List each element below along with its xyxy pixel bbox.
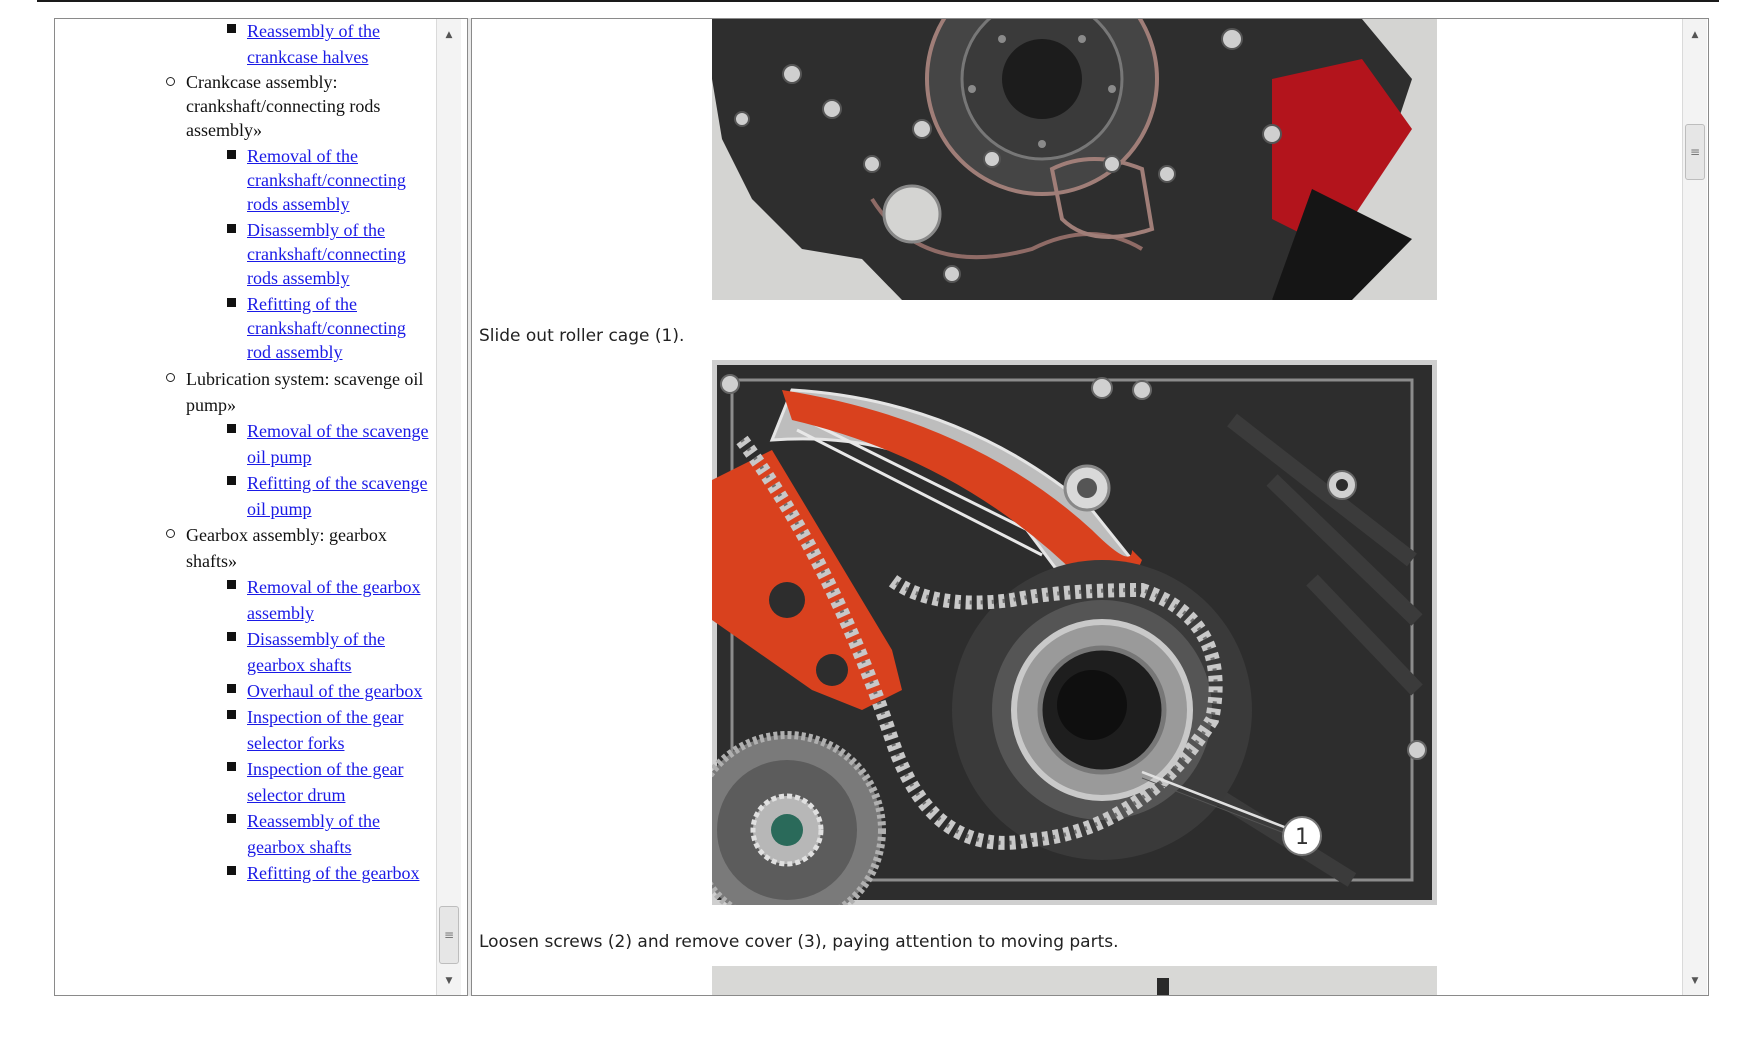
instruction-text-2: Loosen screws (2) and remove cover (3), … (479, 932, 1119, 952)
scroll-up-arrow-icon[interactable]: ▲ (437, 25, 461, 45)
toc-link[interactable]: Removal of the crankshaft/connecting rods … (247, 146, 406, 214)
toc-link-item[interactable]: Inspection of the gear selector drum (227, 756, 436, 808)
toc-scrollbar[interactable]: ▲ ≡ ▼ (436, 19, 461, 995)
toc-link[interactable]: Disassembly of the crankshaft/connecting r… (247, 220, 406, 288)
toc-link[interactable]: Reassembly of the crankcase halves (247, 21, 380, 67)
square-bullet-icon (227, 814, 236, 823)
scroll-down-arrow-icon[interactable]: ▼ (437, 971, 461, 991)
engine-photo-top (712, 19, 1437, 300)
square-bullet-icon (227, 684, 236, 693)
toc-heading-text: Gearbox assembly: gearbox shafts» (186, 525, 387, 571)
toc-link[interactable]: Refitting of the scavenge oil pump (247, 473, 427, 519)
toc-link-item[interactable]: Inspection of the gear selector forks (227, 704, 436, 756)
content-scroll-thumb[interactable]: ≡ (1685, 124, 1705, 180)
roller-cage-photo: 1 (712, 360, 1437, 905)
toc-section-heading: Lubrication system: scavenge oil pump» (166, 366, 436, 418)
toc-link-item[interactable]: Removal of the crankshaft/connecting rods … (227, 144, 436, 216)
square-bullet-icon (227, 298, 236, 307)
square-bullet-icon (227, 224, 236, 233)
content-frame: Slide out roller cage (1). 1 Loosen scre… (472, 18, 1709, 996)
toc-link[interactable]: Inspection of the gear selector forks (247, 707, 403, 753)
toc-link-item[interactable]: Reassembly of the gearbox shafts (227, 808, 436, 860)
toc-section-heading: Gearbox assembly: gearbox shafts» (166, 522, 436, 574)
grip-icon: ≡ (1689, 145, 1701, 159)
toc-link[interactable]: Disassembly of the gearbox shafts (247, 629, 385, 675)
toc-section-heading: Crankcase assembly: crankshaft/connecting… (166, 70, 436, 142)
toc-link-item[interactable]: Refitting of the scavenge oil pump (227, 470, 436, 522)
toc-link[interactable]: Refitting of the gearbox (247, 863, 419, 883)
square-bullet-icon (227, 580, 236, 589)
scroll-down-arrow-icon[interactable]: ▼ (1683, 971, 1707, 991)
toc-list: Reassembly of the crankcase halves Crankca… (55, 19, 436, 995)
toc-link-item[interactable]: Refitting of the crankshaft/connecting rod… (227, 292, 436, 364)
square-bullet-icon (227, 24, 236, 33)
toc-frame: Reassembly of the crankcase halves Crankca… (54, 18, 467, 996)
scroll-up-arrow-icon[interactable]: ▲ (1683, 25, 1707, 45)
toc-link[interactable]: Removal of the scavenge oil pump (247, 421, 428, 467)
content-scrollbar[interactable]: ▲ ≡ ▼ (1682, 19, 1707, 995)
toc-scroll-thumb[interactable]: ≡ (439, 906, 459, 964)
top-rule (37, 0, 1719, 2)
toc-link-item[interactable]: Disassembly of the gearbox shafts (227, 626, 436, 678)
toc-heading-text: Lubrication system: scavenge oil pump» (186, 369, 424, 415)
instruction-text-1: Slide out roller cage (1). (479, 326, 685, 346)
grip-icon: ≡ (443, 928, 455, 942)
toc-link[interactable]: Refitting of the crankshaft/connecting rod… (247, 294, 406, 362)
square-bullet-icon (227, 866, 236, 875)
toc-link-item[interactable]: Refitting of the gearbox (227, 860, 436, 886)
cover-photo (712, 966, 1437, 995)
square-bullet-icon (227, 150, 236, 159)
toc-link-item[interactable]: Removal of the gearbox assembly (227, 574, 436, 626)
square-bullet-icon (227, 424, 236, 433)
toc-link-item[interactable]: Reassembly of the crankcase halves (227, 19, 436, 70)
toc-heading-text: Crankcase assembly: crankshaft/connecting… (186, 72, 381, 140)
square-bullet-icon (227, 710, 236, 719)
square-bullet-icon (227, 762, 236, 771)
hollow-bullet-icon (166, 77, 175, 86)
toc-link-item[interactable]: Removal of the scavenge oil pump (227, 418, 436, 470)
toc-link[interactable]: Removal of the gearbox assembly (247, 577, 420, 623)
toc-link-item[interactable]: Disassembly of the crankshaft/connecting r… (227, 218, 436, 290)
square-bullet-icon (227, 476, 236, 485)
toc-link-item[interactable]: Overhaul of the gearbox (227, 678, 436, 704)
callout-label-1: 1 (1295, 825, 1309, 850)
hollow-bullet-icon (166, 529, 175, 538)
square-bullet-icon (227, 632, 236, 641)
toc-link[interactable]: Reassembly of the gearbox shafts (247, 811, 380, 857)
toc-link[interactable]: Inspection of the gear selector drum (247, 759, 403, 805)
toc-link[interactable]: Overhaul of the gearbox (247, 681, 422, 701)
hollow-bullet-icon (166, 373, 175, 382)
